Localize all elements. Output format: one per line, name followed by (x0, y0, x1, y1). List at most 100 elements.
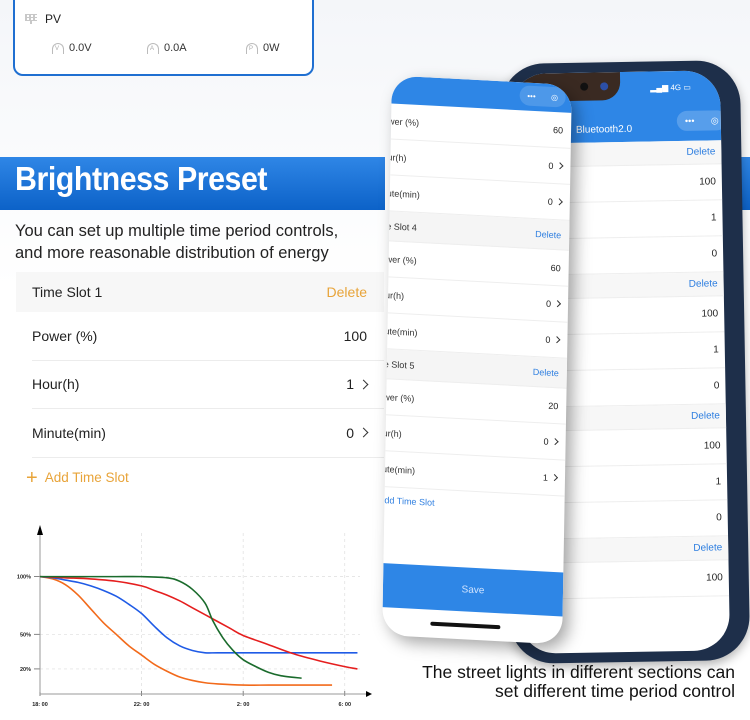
front-row-label: wer (%) (388, 115, 420, 128)
chevron-right-icon (555, 198, 563, 206)
voltage-gauge-icon: V (52, 42, 64, 54)
front-row-value: 0 (548, 160, 554, 171)
back-row-value: 100 (701, 308, 719, 320)
minute-value: 0 (346, 424, 354, 441)
caption-line-2: set different time period control (495, 681, 735, 701)
chevron-right-icon (551, 438, 559, 446)
front-row-value: 0 (543, 436, 549, 447)
front-row-label: e Slot 4 (386, 220, 417, 233)
back-row-value: 100 (706, 572, 723, 584)
add-time-slot-button[interactable]: + Add Time Slot (16, 458, 384, 498)
front-row-label: ur(h) (384, 289, 405, 301)
front-row-label: ur(h) (387, 151, 407, 163)
x-tick-label: 18: 00 (32, 702, 48, 708)
chevron-right-icon (358, 379, 369, 390)
caption: The street lights in different sections … (422, 663, 735, 701)
chart-svg: 100% 50% 20% 18: 00 22: 00 2: 00 6: 00 (17, 525, 372, 708)
back-delete-button[interactable]: Delete (691, 410, 720, 422)
series-line-green (40, 575, 302, 679)
chevron-right-icon (358, 427, 369, 438)
pv-current: A 0.0A (147, 42, 187, 54)
front-row-value: 0 (545, 298, 552, 309)
front-row-value: 0 (545, 334, 551, 345)
front-phone: ••• ◎ wer (%) 60 ur(h) 0 ute(min) 0 e Slot 4 Del… (382, 75, 572, 645)
x-axis-arrow-icon (366, 691, 372, 697)
pv-power-value: 0W (263, 42, 280, 54)
signal-status: ▂▄▆ 4G ▭ (650, 82, 691, 93)
back-delete-button[interactable]: Delete (693, 542, 722, 554)
x-tick-label: 22: 00 (134, 702, 150, 708)
front-row-label: ute(min) (382, 463, 416, 476)
mini-program-capsule[interactable]: ••• ◎ (519, 85, 566, 108)
front-row-value: 1 (542, 471, 549, 483)
power-label: Power (%) (32, 327, 98, 344)
chevron-right-icon (556, 162, 564, 170)
subtitle-line-2: and more reasonable distribution of ener… (15, 244, 329, 262)
front-row-value: 60 (550, 262, 561, 273)
front-row-label: e Slot 5 (383, 358, 415, 371)
hour-label: Hour(h) (32, 376, 80, 393)
back-row-value: 1 (715, 476, 722, 488)
pv-current-value: 0.0A (164, 42, 187, 54)
y-tick-label: 50% (20, 632, 31, 638)
minute-row[interactable]: Minute(min) 0 (32, 409, 384, 458)
pv-voltage: V 0.0V (52, 42, 92, 54)
pv-status-card: PV V 0.0V A 0.0A P 0W (13, 0, 314, 76)
banner-subtitle: You can set up multiple time period cont… (15, 220, 338, 264)
subtitle-line-1: You can set up multiple time period cont… (15, 222, 339, 240)
back-row-value: 1 (713, 344, 719, 356)
more-icon: ••• (527, 91, 536, 101)
hour-row[interactable]: Hour(h) 1 (32, 360, 384, 409)
close-target-icon: ◎ (710, 114, 719, 125)
hour-value: 1 (346, 376, 354, 393)
front-row-label: ute(min) (386, 187, 420, 200)
back-row-value: 100 (699, 176, 716, 188)
chevron-right-icon (553, 336, 561, 344)
home-indicator (430, 621, 501, 630)
pv-title-label: PV (45, 12, 62, 26)
caption-line-1: The street lights in different sections … (422, 662, 735, 682)
x-tick-label: 2: 00 (237, 702, 250, 708)
y-tick-label: 20% (20, 667, 31, 673)
back-delete-button[interactable]: Delete (686, 146, 715, 158)
front-delete-button[interactable]: Delete (533, 366, 559, 377)
front-row-label: wer (%) (383, 391, 415, 404)
front-row-value: 60 (552, 124, 564, 135)
delete-slot-button[interactable]: Delete (327, 284, 367, 300)
add-time-slot-label: Add Time Slot (44, 470, 129, 485)
pv-power: P 0W (246, 42, 280, 54)
chevron-right-icon (550, 474, 559, 482)
more-icon: ••• (684, 115, 695, 126)
front-row-value: 20 (548, 400, 559, 411)
save-button[interactable]: Save (382, 563, 564, 617)
power-gauge-icon: P (246, 42, 258, 54)
back-phone-title: Bluetooth2.0 (575, 123, 633, 136)
front-delete-button[interactable]: Delete (535, 229, 561, 240)
x-tick-label: 6: 00 (338, 702, 351, 708)
series-line-blue (39, 575, 358, 654)
time-slot-header: Time Slot 1 Delete (16, 272, 384, 312)
front-phone-list: wer (%) 60 ur(h) 0 ute(min) 0 e Slot 4 Delete we… (382, 103, 572, 497)
back-delete-button[interactable]: Delete (689, 278, 718, 290)
plus-icon: + (26, 466, 38, 489)
brightness-chart: 100% 50% 20% 18: 00 22: 00 2: 00 6: 00 (0, 515, 372, 720)
mini-program-capsule[interactable]: ••• ◎ (676, 110, 727, 132)
pv-title: PV (25, 12, 61, 26)
power-row[interactable]: Power (%) 100 (32, 312, 384, 361)
back-row-value: 0 (716, 512, 722, 524)
back-row-value: 0 (711, 248, 718, 260)
power-value: 100 (343, 327, 367, 344)
minute-label: Minute(min) (32, 424, 106, 441)
front-row-label: ur(h) (382, 427, 402, 439)
close-target-icon: ◎ (550, 92, 559, 102)
chevron-right-icon (554, 300, 562, 308)
front-row-value: 0 (547, 196, 553, 207)
back-row-value: 0 (713, 380, 720, 392)
back-row-value: 100 (703, 440, 721, 452)
front-row-label: wer (%) (385, 253, 417, 266)
solar-panel-icon (25, 14, 37, 24)
time-slot-title: Time Slot 1 (32, 284, 103, 300)
front-row-label: ute(min) (384, 325, 418, 338)
pv-voltage-value: 0.0V (69, 42, 92, 54)
current-gauge-icon: A (147, 42, 159, 54)
